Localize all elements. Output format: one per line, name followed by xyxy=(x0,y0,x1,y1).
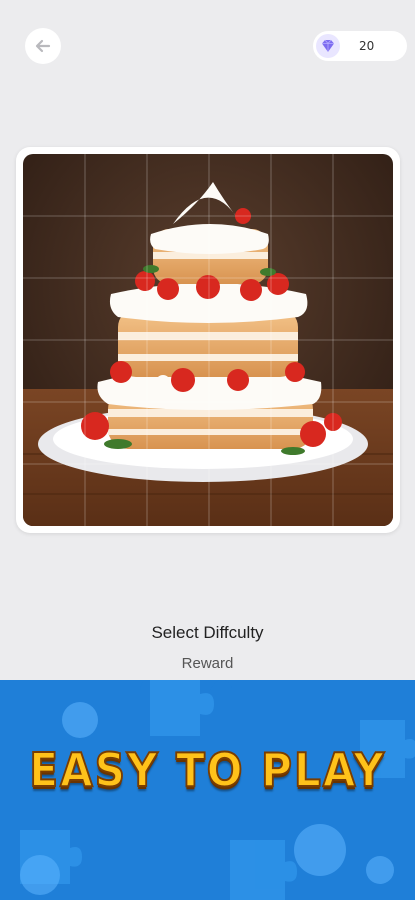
promo-banner: EASY TO PLAY xyxy=(0,680,415,900)
difficulty-title: Select Diffculty xyxy=(151,623,264,642)
gem-counter[interactable]: 20 xyxy=(313,31,407,61)
top-bar: 20 xyxy=(0,0,415,95)
puzzle-image[interactable] xyxy=(23,154,393,526)
puzzle-preview-card[interactable] xyxy=(16,147,400,533)
difficulty-current[interactable]: Reward xyxy=(0,655,415,672)
diamond-icon xyxy=(316,34,340,58)
promo-headline: EASY TO PLAY xyxy=(28,742,386,798)
arrow-left-icon xyxy=(35,39,51,53)
back-button[interactable] xyxy=(25,28,61,64)
gem-count: 20 xyxy=(359,39,375,53)
